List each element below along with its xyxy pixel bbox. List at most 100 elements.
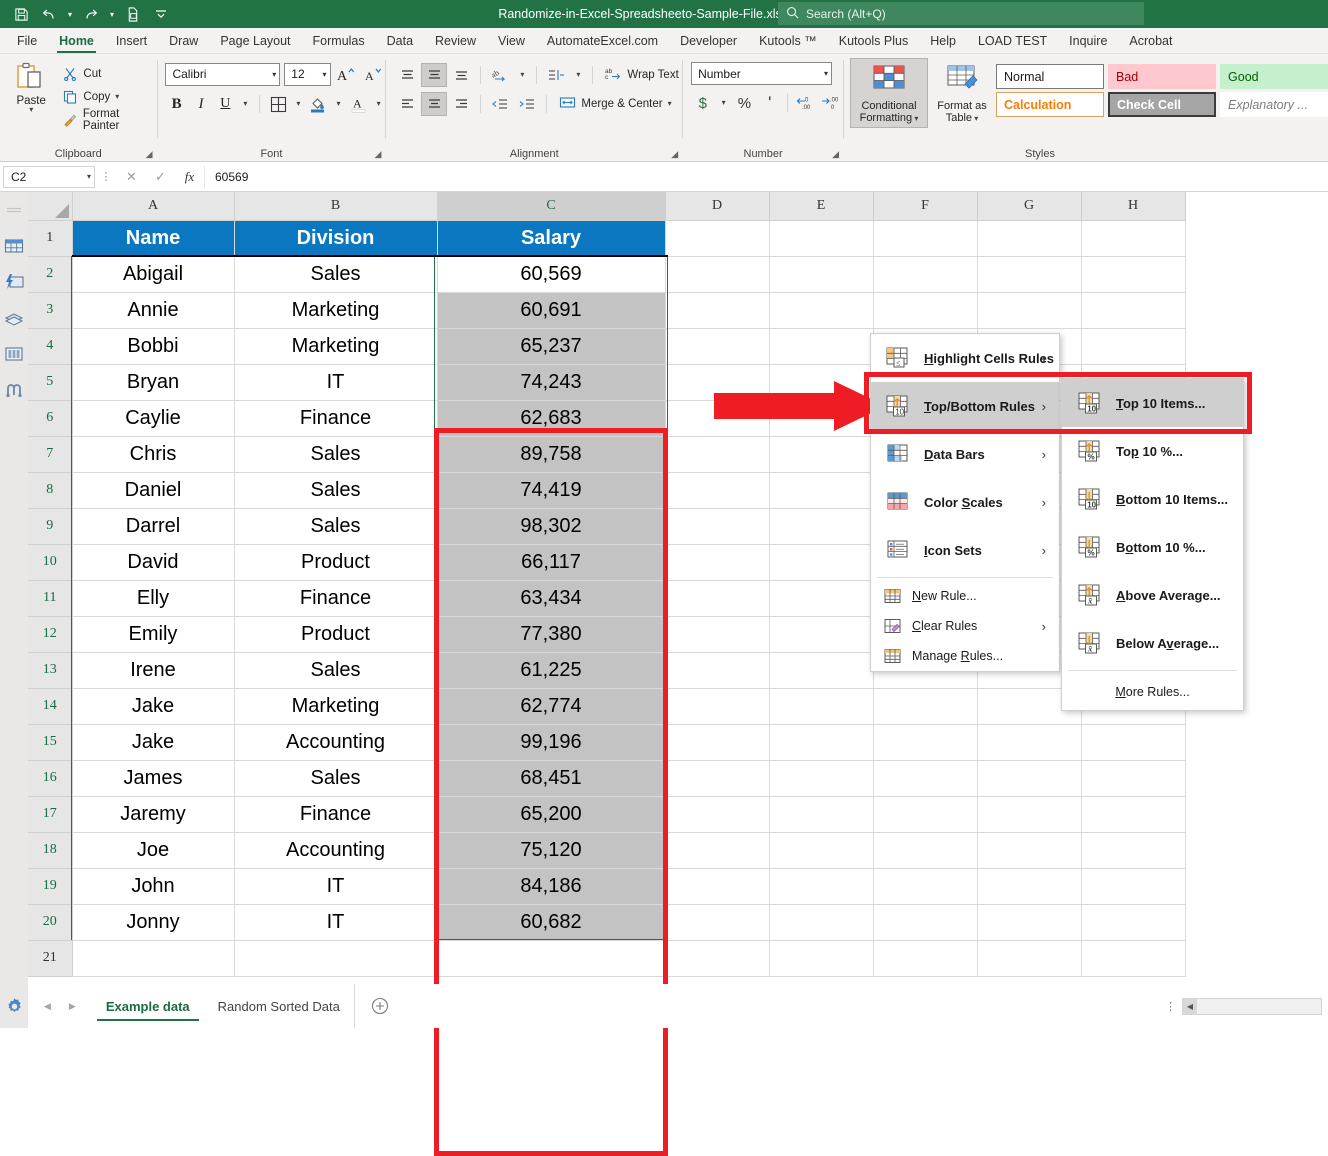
menu-item-top-bottom-rules[interactable]: 10 Top/Bottom Rules › <box>871 382 1059 430</box>
align-middle-icon[interactable] <box>421 63 448 87</box>
customize-qat-icon[interactable] <box>148 3 174 25</box>
column-header-f[interactable]: F <box>873 192 978 221</box>
cell-b5[interactable]: IT <box>234 364 438 401</box>
find-icon[interactable] <box>3 380 25 400</box>
fill-color-dropdown-icon[interactable]: ▾ <box>332 92 346 116</box>
cell-f17[interactable] <box>873 796 978 833</box>
cell-d19[interactable] <box>665 868 770 905</box>
bold-icon[interactable]: B <box>165 92 187 116</box>
cell-d16[interactable] <box>665 760 770 797</box>
menu-item-color-scales[interactable]: Color Scales › <box>871 478 1059 526</box>
cell-a21[interactable] <box>72 940 235 977</box>
fill-color-icon[interactable] <box>307 92 329 116</box>
submenu-item-bottom-10-percent[interactable]: % Bottom 10 %... <box>1062 523 1243 571</box>
redo-icon[interactable] <box>78 3 104 25</box>
cell-c21[interactable] <box>437 940 666 977</box>
row-header-9[interactable]: 9 <box>28 508 73 545</box>
row-header-4[interactable]: 4 <box>28 328 73 365</box>
cell-e18[interactable] <box>769 832 874 869</box>
cell-e11[interactable] <box>769 580 874 617</box>
decrease-indent-icon[interactable] <box>543 63 569 87</box>
menu-item-manage-rules[interactable]: Manage Rules... <box>871 641 1059 671</box>
cell-a1[interactable]: Name <box>72 220 235 257</box>
row-header-3[interactable]: 3 <box>28 292 73 329</box>
add-sheet-icon[interactable] <box>355 984 405 1028</box>
align-top-icon[interactable] <box>394 63 420 87</box>
menu-item-highlight-cells-rules[interactable]: ≤ Highlight Cells Rules › <box>871 334 1059 382</box>
tab-inquire[interactable]: Inquire <box>1058 31 1118 53</box>
cell-f20[interactable] <box>873 904 978 941</box>
conditional-formatting-button[interactable]: Conditional Formatting ▾ <box>850 58 929 128</box>
cell-d13[interactable] <box>665 652 770 689</box>
cell-a14[interactable]: Jake <box>72 688 235 725</box>
cell-d11[interactable] <box>665 580 770 617</box>
cell-e19[interactable] <box>769 868 874 905</box>
row-header-15[interactable]: 15 <box>28 724 73 761</box>
number-format-combo[interactable]: Number ▾ <box>691 62 833 85</box>
font-color-dropdown-icon[interactable]: ▾ <box>372 92 386 116</box>
font-name-combo[interactable]: Calibri ▾ <box>165 62 281 86</box>
cell-b20[interactable]: IT <box>234 904 438 941</box>
row-header-13[interactable]: 13 <box>28 652 73 689</box>
submenu-item-above-average[interactable]: x̄ Above Average... <box>1062 571 1243 619</box>
orientation-dropdown-icon[interactable]: ▾ <box>514 63 530 87</box>
row-header-21[interactable]: 21 <box>28 940 73 977</box>
cell-d7[interactable] <box>665 436 770 473</box>
cell-b10[interactable]: Product <box>234 544 438 581</box>
cell-a7[interactable]: Chris <box>72 436 235 473</box>
decrease-decimal-icon[interactable]: 0.00 <box>794 91 817 115</box>
flash-fill-icon[interactable] <box>3 272 25 292</box>
cell-b3[interactable]: Marketing <box>234 292 438 329</box>
cell-h16[interactable] <box>1081 760 1186 797</box>
shrink-font-icon[interactable]: A <box>362 62 385 86</box>
cell-a19[interactable]: John <box>72 868 235 905</box>
cell-f15[interactable] <box>873 724 978 761</box>
merge-center-button[interactable]: Merge & Center ▾ <box>553 95 672 113</box>
cell-d8[interactable] <box>665 472 770 509</box>
cell-b19[interactable]: IT <box>234 868 438 905</box>
cell-d20[interactable] <box>665 904 770 941</box>
cell-e8[interactable] <box>769 472 874 509</box>
cell-g15[interactable] <box>977 724 1082 761</box>
cell-b12[interactable]: Product <box>234 616 438 653</box>
row-header-1[interactable]: 1 <box>28 220 73 257</box>
cell-b14[interactable]: Marketing <box>234 688 438 725</box>
cell-b1[interactable]: Division <box>234 220 438 257</box>
cell-e20[interactable] <box>769 904 874 941</box>
cell-c6[interactable]: 62,683 <box>437 400 666 437</box>
columns-icon[interactable] <box>3 344 25 364</box>
cell-h15[interactable] <box>1081 724 1186 761</box>
cell-b7[interactable]: Sales <box>234 436 438 473</box>
cell-e9[interactable] <box>769 508 874 545</box>
cell-h17[interactable] <box>1081 796 1186 833</box>
row-header-11[interactable]: 11 <box>28 580 73 617</box>
indent-dropdown-icon[interactable]: ▾ <box>570 63 586 87</box>
tab-home[interactable]: Home <box>48 31 105 53</box>
cell-g1[interactable] <box>977 220 1082 257</box>
cell-e13[interactable] <box>769 652 874 689</box>
cell-h19[interactable] <box>1081 868 1186 905</box>
cell-e2[interactable] <box>769 256 874 293</box>
percent-icon[interactable]: % <box>733 91 756 115</box>
submenu-item-top-10-percent[interactable]: % Top 10 %... <box>1062 427 1243 475</box>
column-header-c[interactable]: C <box>437 192 666 221</box>
confirm-icon[interactable]: ✓ <box>146 166 175 188</box>
cell-f16[interactable] <box>873 760 978 797</box>
cell-c5[interactable]: 74,243 <box>437 364 666 401</box>
search-input[interactable]: Search (Alt+Q) <box>778 2 1144 25</box>
submenu-item-bottom-10-items[interactable]: 10 Bottom 10 Items... <box>1062 475 1243 523</box>
cell-c13[interactable]: 61,225 <box>437 652 666 689</box>
comma-icon[interactable]: ' <box>758 91 781 115</box>
cell-b13[interactable]: Sales <box>234 652 438 689</box>
cell-g18[interactable] <box>977 832 1082 869</box>
underline-dropdown-icon[interactable]: ▾ <box>239 92 253 116</box>
cell-d21[interactable] <box>665 940 770 977</box>
row-header-2[interactable]: 2 <box>28 256 73 293</box>
name-box[interactable]: C2 ▾ <box>3 165 95 188</box>
cell-c4[interactable]: 65,237 <box>437 328 666 365</box>
cell-a20[interactable]: Jonny <box>72 904 235 941</box>
cell-d15[interactable] <box>665 724 770 761</box>
cell-e7[interactable] <box>769 436 874 473</box>
row-header-19[interactable]: 19 <box>28 868 73 905</box>
paste-button[interactable]: Paste ▾ <box>6 58 56 162</box>
